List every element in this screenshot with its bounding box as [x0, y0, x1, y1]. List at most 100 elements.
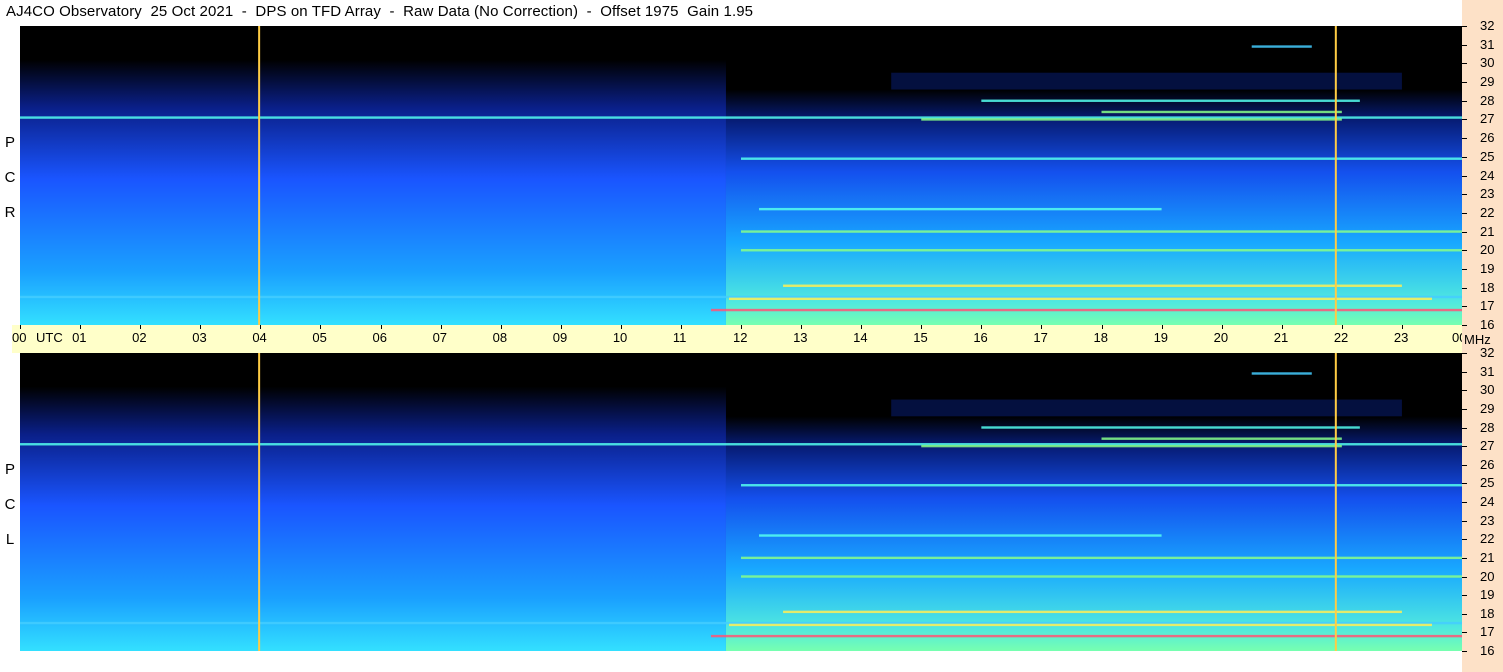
spectral-band	[921, 118, 1342, 121]
time-tick	[140, 325, 142, 329]
time-tick	[20, 325, 21, 329]
freq-tick	[1462, 483, 1467, 485]
time-tick-label: 04	[252, 330, 267, 345]
freq-tick-label: 17	[1480, 624, 1495, 640]
lcp-label-letter: P	[4, 461, 15, 478]
time-tick-label: 20	[1213, 330, 1229, 345]
spectral-band	[921, 444, 1342, 448]
freq-tick-label: 20	[1480, 242, 1495, 258]
freq-tick	[1462, 576, 1467, 578]
time-tick	[260, 325, 262, 329]
freq-tick	[1462, 595, 1467, 597]
time-tick	[741, 325, 742, 329]
freq-tick	[1462, 231, 1467, 233]
time-tick-label: 03	[192, 330, 207, 345]
freq-tick-label: 28	[1480, 419, 1495, 435]
freq-tick	[1462, 63, 1467, 65]
time-tick-label: 14	[853, 330, 868, 345]
time-tick-label: 08	[492, 330, 508, 345]
freq-tick	[1462, 194, 1467, 196]
freq-tick	[1462, 156, 1467, 158]
freq-tick-label: 28	[1480, 92, 1495, 108]
time-tick	[1101, 325, 1103, 329]
freq-tick	[1462, 446, 1467, 448]
freq-tick-label: 23	[1480, 512, 1495, 528]
time-marker-line	[258, 353, 261, 651]
time-tick-label: 11	[672, 330, 687, 345]
freq-tick-label: 23	[1480, 186, 1495, 202]
time-tick-label: 15	[913, 330, 928, 345]
spectral-band	[981, 426, 1360, 429]
time-tick-label: 12	[733, 330, 748, 345]
rcp-label-letter: P	[4, 134, 15, 151]
freq-tick-label: 30	[1480, 382, 1495, 398]
time-tick-label: 23	[1393, 330, 1409, 345]
freq-tick-label: 18	[1480, 279, 1495, 295]
freq-tick	[1462, 306, 1467, 308]
freq-tick	[1462, 651, 1467, 652]
time-tick-label: 22	[1333, 330, 1349, 345]
time-marker-line	[1334, 353, 1337, 651]
time-tick-label: 16	[973, 330, 988, 345]
spectral-band	[1101, 110, 1342, 114]
freq-tick	[1462, 632, 1467, 634]
freq-tick-label: 26	[1480, 456, 1495, 472]
spectral-band	[759, 534, 1162, 537]
freq-tick	[1462, 390, 1467, 392]
time-tick	[380, 325, 382, 329]
freq-tick-label: 16	[1480, 317, 1495, 332]
freq-tick-label: 26	[1480, 130, 1495, 146]
time-tick	[200, 325, 202, 329]
spectrogram-background	[20, 59, 726, 325]
spectral-band	[1251, 45, 1312, 48]
freq-tick	[1462, 539, 1467, 541]
time-marker-line	[258, 26, 261, 325]
freq-tick-label: 21	[1480, 223, 1495, 239]
time-tick-label: 09	[552, 330, 568, 345]
freq-tick-label: 17	[1480, 298, 1495, 314]
spectral-band	[981, 99, 1360, 102]
time-tick	[80, 325, 82, 329]
freq-tick-label: 24	[1480, 494, 1495, 509]
freq-tick	[1462, 175, 1467, 177]
freq-tick-label: 24	[1480, 167, 1495, 183]
time-tick-label: 17	[1033, 330, 1048, 345]
freq-tick-label: 31	[1480, 36, 1495, 52]
spectrogram-background	[891, 399, 1402, 417]
time-marker-line	[1334, 26, 1337, 325]
freq-tick	[1462, 212, 1467, 214]
freq-tick	[1462, 82, 1467, 84]
freq-tick-label: 32	[1480, 345, 1495, 360]
rcp-spectrogram-plot	[20, 26, 1462, 325]
freq-tick-label: 29	[1480, 400, 1495, 416]
freq-tick	[1462, 502, 1467, 503]
time-tick-label: 21	[1273, 330, 1289, 345]
freq-tick	[1462, 408, 1467, 410]
freq-tick	[1462, 100, 1467, 102]
time-tick	[620, 325, 622, 329]
freq-tick-label: 29	[1480, 74, 1495, 90]
spectrogram-background	[20, 386, 726, 651]
freq-tick-label: 19	[1480, 260, 1495, 276]
time-tick	[680, 325, 682, 329]
time-tick-label: 02	[132, 330, 147, 345]
rcp-label-letter: R	[4, 204, 16, 221]
time-tick-label: 00	[12, 330, 27, 345]
time-tick	[1281, 325, 1283, 329]
spectral-band	[783, 284, 1402, 287]
freq-tick-label: 31	[1480, 363, 1495, 379]
utc-time-axis: 00 01 02 03 04 05 06 07 08 09 10 11 12 13 14 15 16 17 18 19…	[12, 325, 1466, 353]
freq-tick	[1462, 520, 1467, 522]
freq-tick-label: 30	[1480, 55, 1495, 71]
freq-tick-label: 22	[1480, 531, 1495, 547]
spectral-band	[710, 634, 1462, 638]
freq-tick-label: 27	[1480, 111, 1495, 127]
spectrogram-background	[725, 416, 1462, 651]
freq-tick-label: 16	[1480, 643, 1495, 658]
freq-tick	[1462, 371, 1467, 373]
time-tick	[1401, 325, 1403, 329]
freq-tick	[1462, 138, 1467, 140]
spectral-band	[1251, 372, 1312, 375]
time-tick-label: 07	[432, 330, 448, 345]
time-tick	[560, 325, 562, 329]
